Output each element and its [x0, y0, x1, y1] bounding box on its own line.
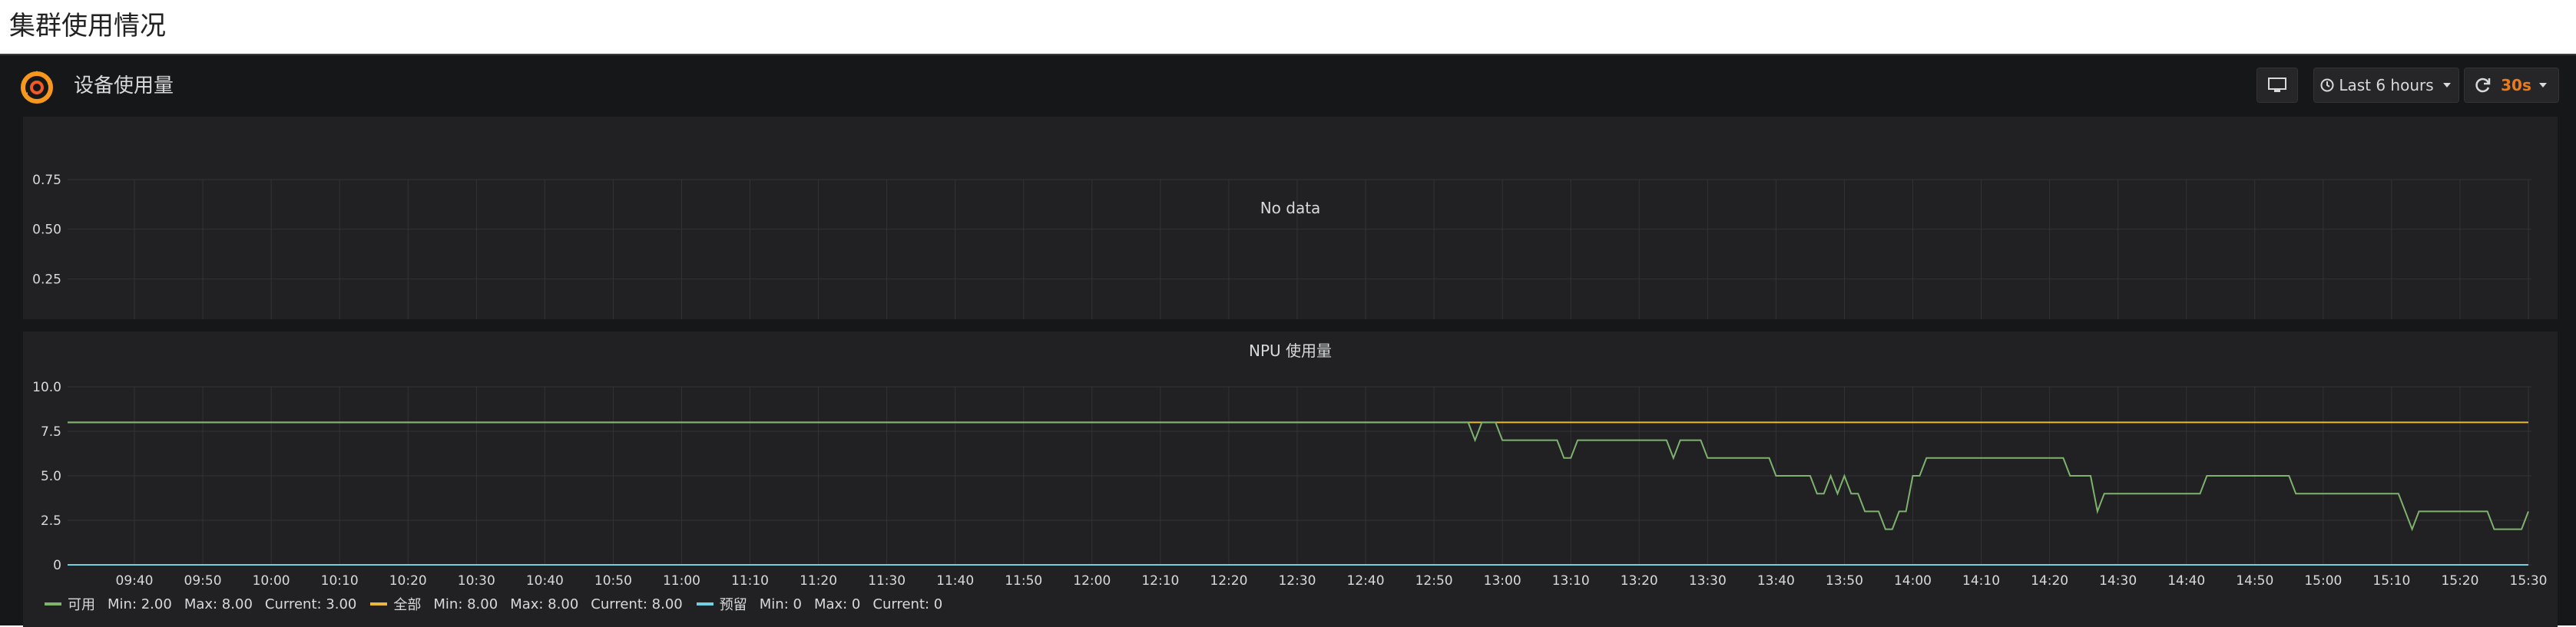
tv-mode-button[interactable] [2256, 68, 2298, 103]
legend-stat-max: Max: 8.00 [184, 596, 253, 612]
x-tick-label: 12:40 [1347, 573, 1385, 589]
legend-stat-max: Max: 8.00 [510, 596, 579, 612]
x-tick-label: 10:00 [253, 573, 290, 589]
page-title: 集群使用情况 [9, 11, 166, 41]
y-tick-label: 7.5 [41, 424, 61, 440]
x-tick-label: 12:00 [1073, 573, 1111, 589]
legend-swatch [696, 602, 714, 606]
x-tick-label: 10:10 [321, 573, 359, 589]
legend-item[interactable]: 预留 Min: 0 Max: 0 Current: 0 [696, 594, 943, 614]
legend-stat-max: Max: 0 [813, 596, 861, 612]
no-data-message: No data [1260, 199, 1321, 217]
x-tick-label: 14:20 [2031, 573, 2068, 589]
legend-swatch [370, 602, 388, 606]
legend-stat-min: Min: 8.00 [433, 596, 498, 612]
x-tick-label: 10:20 [389, 573, 427, 589]
x-tick-label: 12:30 [1278, 573, 1316, 589]
panel-title: NPU 使用量 [1249, 342, 1332, 360]
caret-down-icon [2442, 83, 2451, 87]
x-tick-label: 09:40 [116, 573, 154, 589]
refresh-interval: 30s [2501, 76, 2531, 94]
y-tick-label: 2.5 [41, 513, 61, 529]
caret-down-icon [2538, 83, 2547, 87]
monitor-icon [2268, 78, 2286, 92]
legend-swatch [45, 602, 61, 606]
x-tick-label: 12:20 [1210, 573, 1247, 589]
time-range-picker[interactable]: Last 6 hours [2313, 68, 2459, 103]
x-tick-label: 13:00 [1484, 573, 1521, 589]
legend-series-name: 可用 [68, 597, 95, 613]
x-tick-label: 11:40 [936, 573, 974, 589]
refresh-icon [2475, 78, 2491, 93]
legend-series-name: 预留 [719, 597, 747, 613]
dashboard-title[interactable]: 设备使用量 [74, 71, 174, 101]
x-tick-label: 11:10 [731, 573, 769, 589]
x-tick-label: 14:10 [1962, 573, 2000, 589]
x-tick-label: 11:30 [868, 573, 906, 589]
grafana-frame: 设备使用量 Last 6 hours 30s 0.75 0.50 0.25 No… [0, 54, 2576, 627]
device-usage-chart: 0.750.500.25009:4009:5010:0010:1010:2010… [32, 173, 2531, 319]
x-tick-label: 13:30 [1689, 573, 1727, 589]
grafana-logo-icon[interactable] [17, 68, 57, 107]
y-tick-label: 0.50 [32, 223, 61, 238]
x-tick-label: 10:40 [526, 573, 564, 589]
panel-npu-usage: NPU 使用量 10.0 7.5 5.0 2.5 0 09:40 09:50 10:00 10:1… [23, 332, 2558, 627]
legend-stat-min: Min: 2.00 [108, 596, 172, 612]
panel-device-usage: 0.750.500.25009:4009:5010:0010:1010:2010… [23, 117, 2558, 319]
npu-usage-chart: NPU 使用量 10.0 7.5 5.0 2.5 0 09:40 09:50 10:00 10:1… [32, 342, 2548, 589]
legend-item[interactable]: 可用 Min: 2.00 Max: 8.00 Current: 3.00 [45, 594, 356, 614]
x-tick-label: 15:30 [2510, 573, 2548, 589]
x-tick-label: 10:30 [458, 573, 495, 589]
x-tick-label: 12:10 [1141, 573, 1179, 589]
time-range-label: Last 6 hours [2339, 76, 2434, 94]
x-tick-label: 13:50 [1826, 573, 1863, 589]
x-tick-label: 11:50 [1005, 573, 1042, 589]
x-tick-label: 13:10 [1552, 573, 1590, 589]
x-tick-label: 11:00 [663, 573, 700, 589]
y-tick-label: 5.0 [41, 469, 61, 484]
y-tick-label: 10.0 [32, 380, 61, 395]
clock-icon [2320, 78, 2334, 92]
legend-item[interactable]: 全部 Min: 8.00 Max: 8.00 Current: 8.00 [370, 594, 683, 614]
legend-stat-current: Current: 3.00 [264, 596, 357, 612]
x-tick-label: 14:00 [1894, 573, 1932, 589]
x-tick-label: 13:40 [1757, 573, 1795, 589]
legend-stat-current: Current: 8.00 [591, 596, 683, 612]
x-tick-label: 13:20 [1621, 573, 1658, 589]
x-tick-label: 10:50 [594, 573, 632, 589]
x-tick-label: 15:10 [2372, 573, 2410, 589]
legend-stat-min: Min: 0 [759, 596, 802, 612]
x-tick-label: 14:40 [2167, 573, 2205, 589]
x-tick-label: 14:50 [2236, 573, 2273, 589]
x-tick-label: 15:20 [2441, 573, 2478, 589]
y-tick-label: 0 [53, 558, 61, 573]
x-tick-label: 14:30 [2099, 573, 2137, 589]
x-tick-label: 12:50 [1415, 573, 1453, 589]
legend-series-name: 全部 [393, 597, 422, 613]
legend-stat-current: Current: 0 [872, 596, 943, 612]
y-tick-label: 0.75 [32, 173, 61, 188]
y-tick-label: 0.25 [32, 272, 61, 287]
x-tick-label: 09:50 [184, 573, 222, 589]
npu-legend: 可用 Min: 2.00 Max: 8.00 Current: 3.00 全部 Min: … [45, 594, 956, 614]
refresh-picker[interactable]: 30s [2464, 68, 2559, 103]
x-tick-label: 15:00 [2304, 573, 2342, 589]
x-tick-label: 11:20 [800, 573, 837, 589]
dashboard-navbar: 设备使用量 Last 6 hours 30s [0, 55, 2576, 117]
